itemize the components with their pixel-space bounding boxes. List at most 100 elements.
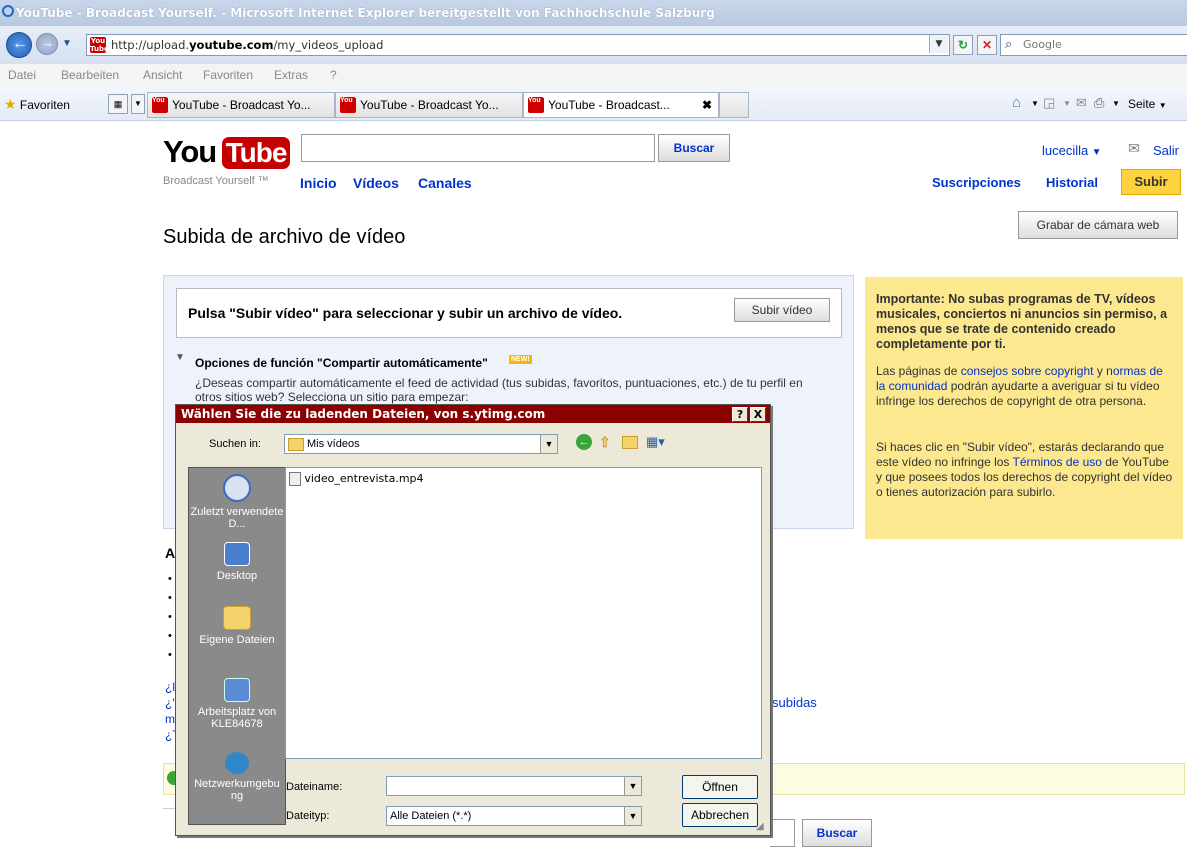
place-my-documents[interactable]: Eigene Dateien (189, 606, 285, 646)
autoshare-title[interactable]: Opciones de función "Compartir automátic… (195, 356, 488, 370)
menu-bar: Datei Bearbeiten Ansicht Favoriten Extra… (0, 64, 1187, 87)
filetype-dropdown-arrow-icon: ▼ (624, 807, 641, 825)
view-menu-icon[interactable]: ▦▾ (646, 434, 665, 450)
warning-p1-text: Las páginas de (876, 364, 961, 378)
inbox-icon[interactable]: ✉ (1128, 140, 1140, 157)
place-my-computer[interactable]: Arbeitsplatz von KLE84678 (189, 678, 285, 730)
upload-video-button[interactable]: Subir vídeo (734, 298, 830, 322)
lookin-dropdown[interactable]: Mis vídeos ▼ (284, 434, 558, 454)
filetype-value: Alle Dateien (*.*) (390, 810, 472, 822)
warning-p1-and: y (1093, 364, 1107, 378)
place-my-documents-label: Eigene Dateien (199, 634, 275, 646)
tab-2-label: YouTube - Broadcast Yo... (360, 98, 499, 112)
lookin-label: Suchen in: (209, 438, 261, 450)
menu-file[interactable]: Datei (8, 68, 36, 82)
bottom-search-input[interactable] (770, 819, 795, 847)
quick-tabs-icon[interactable]: ▦ (108, 94, 128, 114)
menu-favorites[interactable]: Favoriten (203, 68, 253, 82)
favorites-button[interactable]: ★ Favoriten (4, 96, 70, 113)
logo-tube: Tube (221, 137, 291, 169)
nav-videos[interactable]: Vídeos (353, 175, 399, 191)
youtube-favicon-icon: You Tube (528, 97, 544, 113)
dialog-titlebar[interactable]: Wählen Sie die zu ladenden Dateien, von … (176, 405, 770, 423)
back-button[interactable]: ← (6, 32, 32, 58)
page-menu-label: Seite (1128, 97, 1156, 111)
menu-tools[interactable]: Extras (274, 68, 308, 82)
open-button[interactable]: Öffnen (682, 775, 758, 799)
new-folder-icon[interactable] (622, 436, 638, 449)
home-dropdown-icon[interactable]: ▼ (1031, 99, 1039, 108)
collapse-triangle-icon[interactable]: ▼ (175, 352, 185, 363)
place-desktop[interactable]: Desktop (189, 542, 285, 582)
mail-icon[interactable]: ✉ (1076, 95, 1087, 111)
logo-tagline: Broadcast Yourself ™ (163, 175, 269, 187)
menu-help[interactable]: ? (330, 68, 337, 82)
nav-inicio[interactable]: Inicio (300, 175, 337, 191)
yt-search-input[interactable] (301, 134, 655, 162)
print-dropdown-icon[interactable]: ▼ (1112, 99, 1120, 108)
user-menu[interactable]: lucecilla ▼ (1042, 143, 1102, 158)
up-folder-icon[interactable]: ⇧ (599, 434, 611, 451)
copyright-tips-link[interactable]: consejos sobre copyright (961, 364, 1094, 378)
cancel-button[interactable]: Abbrechen (682, 803, 758, 827)
refresh-icon[interactable]: ↻ (953, 35, 973, 55)
search-field[interactable]: ⌕ Google (1000, 34, 1187, 56)
search-placeholder: Google (1023, 38, 1062, 51)
subscriptions-link[interactable]: Suscripciones (932, 175, 1021, 190)
stop-icon[interactable]: ✕ (977, 35, 997, 55)
tab-1[interactable]: You Tube YouTube - Broadcast Yo... (147, 92, 335, 118)
footer-divider (163, 808, 175, 809)
file-item[interactable]: video_entrevista.mp4 (289, 471, 424, 486)
place-desktop-label: Desktop (216, 570, 258, 582)
place-network-label: Netzwerkumgebung (194, 778, 280, 802)
go-back-icon[interactable]: ← (576, 434, 592, 450)
bottom-search-button[interactable]: Buscar (802, 819, 872, 847)
yt-search-button[interactable]: Buscar (658, 134, 730, 162)
tab-3-active[interactable]: You Tube YouTube - Broadcast... ✖ (523, 92, 719, 118)
webcam-record-button[interactable]: Grabar de cámara web (1018, 211, 1178, 239)
nav-canales[interactable]: Canales (418, 175, 472, 191)
terms-of-use-link[interactable]: Términos de uso (1013, 455, 1102, 469)
place-recent[interactable]: Zuletzt verwendete D... (189, 474, 285, 530)
filename-input[interactable]: ▼ (386, 776, 642, 796)
menu-view[interactable]: Ansicht (143, 68, 182, 82)
resize-grip-icon[interactable]: ◢ (756, 821, 764, 832)
print-icon[interactable]: ⎙ (1094, 95, 1104, 111)
new-badge: NEW! (509, 355, 532, 364)
close-tab-icon[interactable]: ✖ (702, 93, 712, 117)
search-icon: ⌕ (1005, 36, 1013, 51)
bullet-list: • • • • • (168, 573, 172, 661)
history-link[interactable]: Historial (1046, 175, 1098, 190)
filename-dropdown-arrow-icon: ▼ (624, 777, 641, 795)
logout-link[interactable]: Salir (1153, 143, 1179, 158)
upload-button[interactable]: Subir (1121, 169, 1181, 195)
username: lucecilla (1042, 143, 1089, 158)
url-dropdown-icon[interactable]: ▼ (929, 35, 948, 53)
filetype-dropdown[interactable]: Alle Dateien (*.*) ▼ (386, 806, 642, 826)
subidas-link[interactable]: subidas (772, 695, 817, 710)
tab-list-dropdown-icon[interactable]: ▼ (131, 94, 145, 114)
file-name: video_entrevista.mp4 (304, 472, 424, 485)
dialog-title: Wählen Sie die zu ladenden Dateien, von … (181, 407, 546, 421)
menu-edit[interactable]: Bearbeiten (61, 68, 119, 82)
home-icon[interactable]: ⌂ (1012, 94, 1021, 111)
window-title: YouTube - Broadcast Yourself. - Microsof… (16, 6, 715, 20)
forward-button[interactable]: → (36, 33, 58, 55)
page-menu-dropdown-icon: ▼ (1158, 101, 1167, 110)
dialog-help-button[interactable]: ? (732, 407, 748, 422)
dialog-close-button[interactable]: X (750, 407, 766, 422)
url-prefix: http://upload. (111, 38, 190, 52)
tab-2[interactable]: You Tube YouTube - Broadcast Yo... (335, 92, 523, 118)
url-field[interactable]: You Tube http://upload.youtube.com/my_vi… (86, 34, 950, 56)
feeds-dropdown-icon[interactable]: ▼ (1063, 99, 1071, 108)
feeds-icon[interactable]: ◲ (1043, 95, 1055, 111)
place-network[interactable]: Netzwerkumgebung (189, 752, 285, 802)
youtube-logo[interactable]: You Tube (163, 134, 291, 170)
file-list[interactable]: video_entrevista.mp4 (285, 467, 762, 759)
history-dropdown-icon[interactable]: ▼ (62, 38, 72, 49)
page-menu[interactable]: Seite ▼ (1128, 97, 1167, 111)
ie-icon (2, 5, 14, 17)
url-path: /my_videos_upload (273, 38, 384, 52)
youtube-favicon-icon: You Tube (152, 97, 168, 113)
new-tab-button[interactable] (719, 92, 749, 118)
